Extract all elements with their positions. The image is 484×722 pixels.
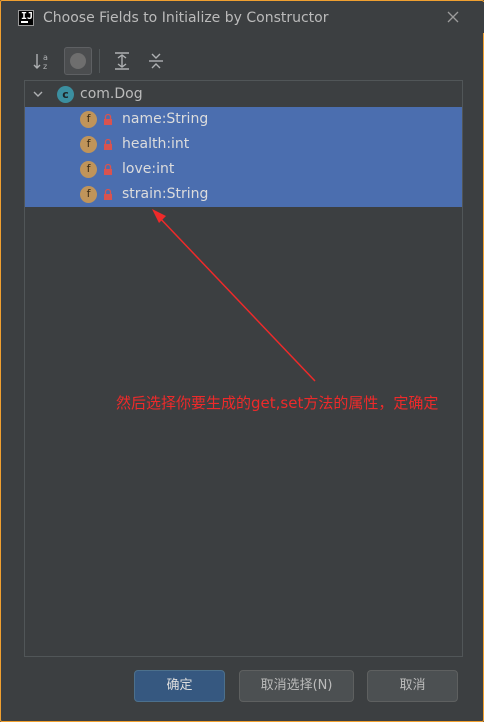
chevron-down-icon[interactable] — [32, 88, 44, 100]
toolbar-separator — [99, 49, 100, 73]
fields-tree[interactable]: c com.Dog f name:String f health:int f l… — [24, 80, 463, 657]
tree-root-class[interactable]: c com.Dog — [25, 82, 462, 107]
sort-alphabetically-button[interactable]: a z — [29, 47, 57, 75]
expand-all-icon — [115, 52, 129, 70]
show-fields-toggle-button[interactable] — [64, 47, 92, 75]
lock-icon — [104, 113, 112, 125]
cancel-button[interactable]: 取消 — [367, 670, 458, 702]
ok-button[interactable]: 确定 — [134, 670, 225, 702]
lock-icon — [104, 188, 112, 200]
field-label: name:String — [122, 111, 209, 127]
annotation-text: 然后选择你要生成的get,set方法的属性，定确定 — [116, 394, 439, 412]
deselect-all-button[interactable]: 取消选择(N) — [239, 670, 354, 702]
toolbar: a z — [29, 47, 229, 75]
field-label: health:int — [122, 136, 190, 152]
expand-all-button[interactable] — [108, 47, 136, 75]
field-icon: f — [80, 186, 97, 203]
dialog-window: IJ Choose Fields to Initialize by Constr… — [0, 0, 484, 722]
field-label: love:int — [122, 161, 175, 177]
root-class-label: com.Dog — [80, 86, 143, 102]
field-row-health[interactable]: f health:int — [25, 132, 462, 157]
svg-text:a: a — [43, 53, 48, 62]
class-icon: c — [57, 86, 74, 103]
collapse-all-button[interactable] — [142, 47, 170, 75]
field-icon: f — [80, 111, 97, 128]
lock-icon — [104, 138, 112, 150]
dialog-title: Choose Fields to Initialize by Construct… — [43, 10, 329, 26]
lock-icon — [104, 163, 112, 175]
field-icon: f — [80, 136, 97, 153]
show-fields-toggle-icon — [70, 53, 86, 69]
collapse-all-icon — [149, 53, 163, 69]
field-row-name[interactable]: f name:String — [25, 107, 462, 132]
field-row-love[interactable]: f love:int — [25, 157, 462, 182]
intellij-app-icon: IJ — [18, 10, 34, 26]
field-icon: f — [80, 161, 97, 178]
sort-alphabetically-icon: a z — [33, 53, 48, 71]
svg-text:z: z — [43, 62, 47, 71]
close-button[interactable] — [444, 8, 462, 26]
field-label: strain:String — [122, 186, 209, 202]
title-bar[interactable]: IJ Choose Fields to Initialize by Constr… — [2, 2, 484, 33]
close-icon — [447, 11, 459, 23]
field-row-strain[interactable]: f strain:String — [25, 182, 462, 207]
